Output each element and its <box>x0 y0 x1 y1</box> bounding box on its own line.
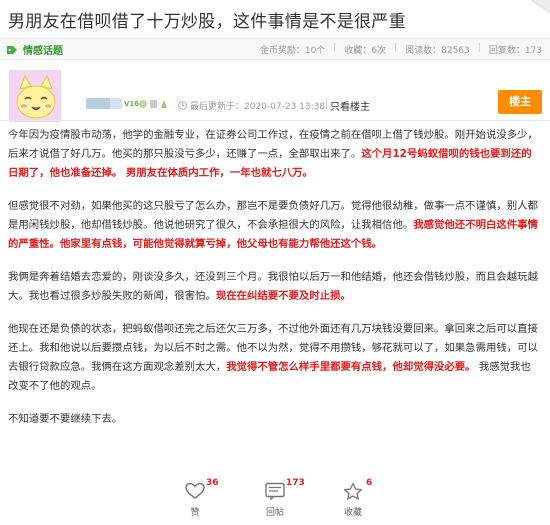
paragraph-1: 今年因为疫情股市动荡，他学的金融专业，在证券公司工作过，在疫情之前在借呗上借了钱… <box>8 129 538 179</box>
paragraph-5: 不知道要不要继续下去。 <box>8 413 123 425</box>
reply-button[interactable]: 173 回帖 <box>250 478 305 518</box>
star-icon <box>343 482 363 500</box>
paragraph-3: 我俩是奔着结婚去恋爱的，刚谈没多久，还没到三个月。我很怕以后万一和他结婚，他还会… <box>8 271 538 302</box>
username-redacted-part <box>110 98 122 109</box>
last-updated-time: 最后更新于：2020-07-23 13:38 <box>178 99 325 112</box>
paragraph-4: 他现在还是负债的状态，把蚂蚁借呗还完之后还欠三万多，不过他外面还有几万块钱没要回… <box>8 323 538 392</box>
post-content: 今年因为疫情股市动荡，他学的金融专业，在证券公司工作过，在疫情之前在借呗上借了钱… <box>8 126 540 443</box>
title-bar: 男朋友在借呗借了十万炒股，这件事情是不是很严重 <box>0 0 550 36</box>
stat-views: 阅读数：82563 <box>405 46 470 56</box>
like-count: 36 <box>206 478 219 488</box>
like-button[interactable]: 36 赞 <box>170 478 220 518</box>
only-op-link[interactable]: 只看楼主 <box>326 98 370 113</box>
post-meta-bar: 情感话题 金币奖励：10个 | 收藏：6次 | 阅读数：82563 | 回复数：… <box>0 38 550 60</box>
author-row: V16 最后更新于：2020-07-23 13:38 只看楼主 楼主 <box>0 66 550 126</box>
collect-count: 6 <box>366 478 373 488</box>
clock-icon <box>178 101 187 110</box>
topic-tag[interactable]: 情感话题 <box>6 42 63 57</box>
post-title: 男朋友在借呗借了十万炒股，这件事情是不是很严重 <box>8 12 406 32</box>
user-medal-icons <box>139 100 167 108</box>
action-bar: 36 赞 173 回帖 6 收藏 <box>0 478 550 525</box>
page-corner-decoration <box>530 0 550 14</box>
highlight-text: 现在在纠结要不要及时止损。 <box>215 290 351 302</box>
reply-icon <box>265 482 285 500</box>
reply-count: 173 <box>286 478 305 488</box>
collect-button[interactable]: 6 收藏 <box>328 478 378 518</box>
cat-avatar-icon <box>10 71 60 121</box>
highlight-text: 我觉得不管怎么样手里都要有点钱，他却觉得没必要。 <box>226 361 476 373</box>
op-badge: 楼主 <box>498 90 542 114</box>
tag-icon <box>7 45 17 54</box>
collect-label: 收藏 <box>343 508 362 518</box>
stat-replies: 回复数：173 <box>488 46 542 56</box>
stat-coins: 金币奖励：10个 <box>259 46 326 56</box>
user-level-badge: V16 <box>124 100 140 108</box>
like-label: 赞 <box>190 508 200 518</box>
avatar[interactable] <box>9 70 61 122</box>
heart-icon <box>185 482 205 499</box>
topic-tag-label: 情感话题 <box>23 46 63 57</box>
post-stats: 金币奖励：10个 | 收藏：6次 | 阅读数：82563 | 回复数：173 <box>259 43 542 56</box>
paragraph-2: 但感觉很不对劲，如果他买的这只股亏了怎么办，那岂不是要负债好几万。觉得他很幼稚，… <box>8 200 538 250</box>
divider <box>0 120 550 121</box>
stat-collects: 收藏：6次 <box>344 46 387 56</box>
reply-label: 回帖 <box>265 508 284 518</box>
